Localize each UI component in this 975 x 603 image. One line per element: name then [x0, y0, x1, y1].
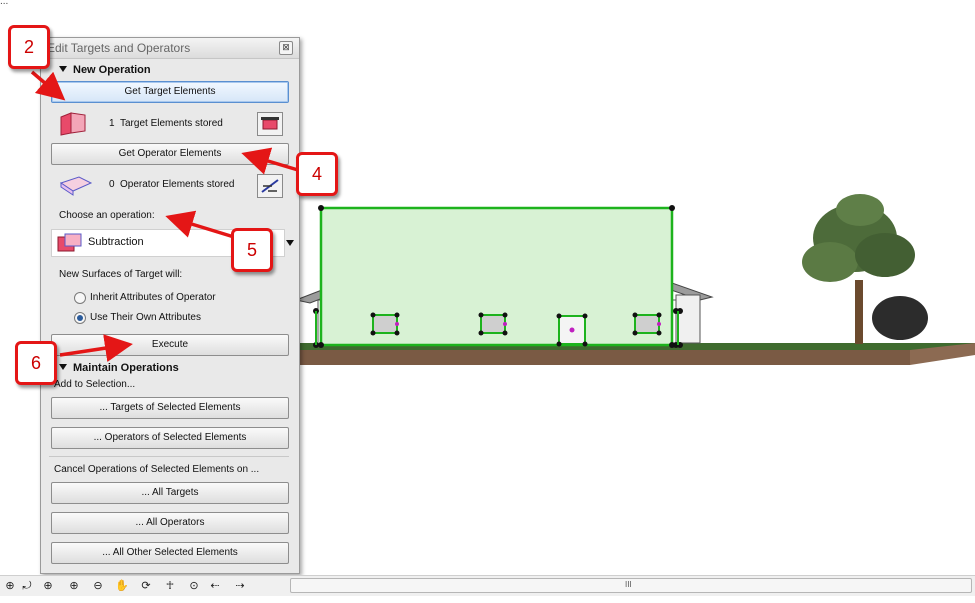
window-2: [480, 314, 506, 334]
target-stored-label: Target Elements stored: [120, 118, 223, 129]
target-element-icon: [60, 112, 86, 136]
radio-own-attributes[interactable]: [74, 312, 86, 324]
operator-count: 0: [109, 179, 115, 190]
disclosure-triangle-icon: [59, 364, 67, 370]
cancel-operations-label: Cancel Operations of Selected Elements o…: [54, 464, 260, 475]
choose-operation-label: Choose an operation:: [59, 210, 155, 221]
zoom-fit-icon[interactable]: ⊕: [2, 578, 18, 594]
tree: [802, 194, 928, 344]
window-1: [372, 314, 398, 334]
new-surfaces-label: New Surfaces of Target will:: [59, 269, 183, 280]
all-operators-button[interactable]: ... All Operators: [51, 512, 289, 534]
palette-titlebar[interactable]: Edit Targets and Operators ⊠: [41, 38, 299, 59]
window-3: [634, 314, 660, 334]
highlight-operators-icon[interactable]: [257, 174, 283, 198]
zoom-in-plus-icon[interactable]: ⊕: [40, 578, 56, 594]
all-targets-button[interactable]: ... All Targets: [51, 482, 289, 504]
callout-5: 5: [231, 228, 273, 272]
radio-inherit-attributes[interactable]: [74, 292, 86, 304]
callout-6: 6: [15, 341, 57, 385]
porch-side: [675, 294, 701, 344]
target-count: 1: [109, 118, 115, 129]
edit-targets-operators-palette: Edit Targets and Operators ⊠ New Operati…: [40, 37, 300, 574]
new-operation-header[interactable]: New Operation: [59, 64, 151, 76]
operator-element-icon: [59, 176, 93, 196]
navigation-toolbar: ⊕ ⤾ ⊕ ⊕ ⊖ ✋ ⟳ ☥ ⊙ ⇠ ⇢ III: [0, 575, 975, 596]
get-operator-elements-button[interactable]: Get Operator Elements: [51, 143, 289, 165]
radio-own-label: Use Their Own Attributes: [90, 312, 201, 323]
zoom-in-icon[interactable]: ⊕: [66, 578, 82, 594]
operation-value: Subtraction: [88, 236, 144, 248]
zoom-window-icon[interactable]: ⊙: [186, 578, 202, 594]
ground-slab: [290, 350, 910, 365]
all-other-selected-button[interactable]: ... All Other Selected Elements: [51, 542, 289, 564]
radio-inherit-label: Inherit Attributes of Operator: [90, 292, 216, 303]
divider: [49, 456, 289, 457]
orbit-icon[interactable]: ⟳: [138, 578, 154, 594]
disclosure-triangle-icon: [59, 66, 67, 72]
walk-icon[interactable]: ☥: [162, 578, 178, 594]
close-icon[interactable]: ⊠: [279, 41, 293, 55]
zoom-next-icon[interactable]: ⇢: [232, 578, 248, 594]
chevron-down-icon[interactable]: [286, 240, 294, 246]
palette-title: Edit Targets and Operators: [47, 41, 191, 55]
zoom-out-icon[interactable]: ⊖: [90, 578, 106, 594]
zoom-previous-icon[interactable]: ⤾: [19, 578, 35, 594]
maintain-operations-header-label: Maintain Operations: [73, 362, 179, 374]
add-to-selection-label: Add to Selection...: [54, 379, 136, 390]
new-operation-header-label: New Operation: [73, 64, 151, 76]
callout-2: 2: [8, 25, 50, 69]
scrollbar-grip[interactable]: III: [625, 580, 632, 589]
highlight-targets-icon[interactable]: [257, 112, 283, 136]
zoom-back-icon[interactable]: ⇠: [207, 578, 223, 594]
subtraction-icon: [57, 233, 82, 252]
execute-button[interactable]: Execute: [51, 334, 289, 356]
operators-of-selected-button[interactable]: ... Operators of Selected Elements: [51, 427, 289, 449]
pan-hand-icon[interactable]: ✋: [114, 578, 130, 594]
operator-stored-label: Operator Elements stored: [120, 179, 235, 190]
callout-4: 4: [296, 152, 338, 196]
targets-of-selected-button[interactable]: ... Targets of Selected Elements: [51, 397, 289, 419]
maintain-operations-header[interactable]: Maintain Operations: [59, 362, 179, 374]
get-target-elements-button[interactable]: Get Target Elements: [51, 81, 289, 103]
horizontal-scrollbar[interactable]: III: [290, 578, 972, 593]
